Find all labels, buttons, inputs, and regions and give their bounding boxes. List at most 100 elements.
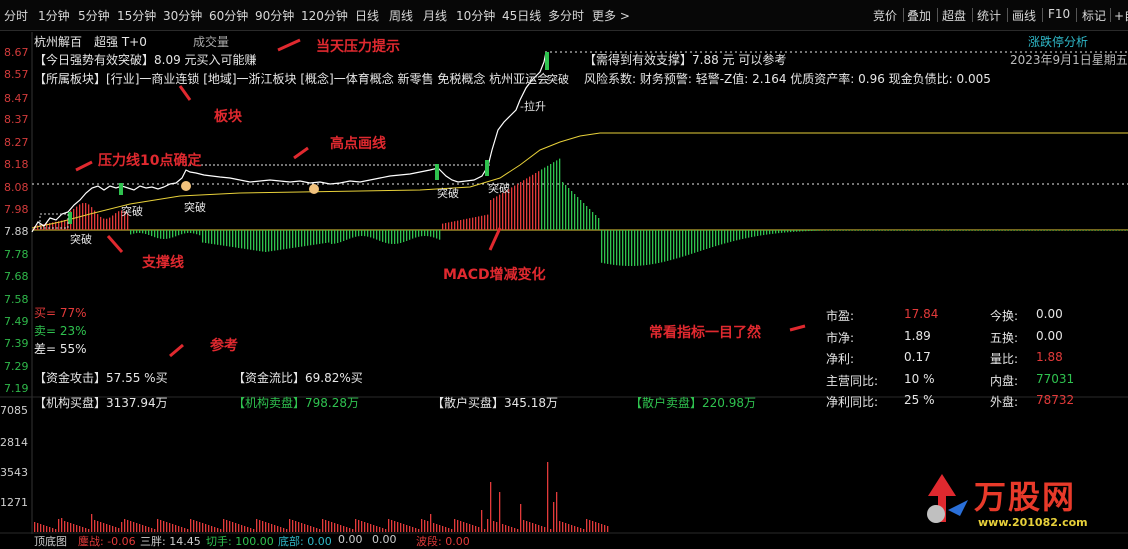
macd-bar bbox=[667, 230, 669, 261]
macd-bar bbox=[430, 230, 432, 237]
macd-bar bbox=[355, 230, 357, 237]
macd-bar bbox=[739, 230, 741, 240]
macd-bar bbox=[565, 185, 567, 230]
macd-bar bbox=[574, 194, 576, 230]
volume-bar bbox=[55, 529, 57, 532]
macd-bar bbox=[376, 230, 378, 240]
macd-bar bbox=[583, 203, 585, 230]
macd-bar bbox=[721, 230, 723, 245]
macd-bar bbox=[715, 230, 717, 247]
macd-bar bbox=[709, 230, 711, 248]
macd-bar bbox=[328, 230, 330, 243]
pb-value: 1.89 bbox=[904, 329, 931, 343]
volume-bar bbox=[283, 528, 285, 532]
volume-bar bbox=[361, 521, 363, 532]
macd-bar bbox=[1036, 230, 1038, 231]
macd-bar bbox=[481, 215, 483, 230]
macd-bar bbox=[1027, 230, 1029, 231]
macd-bar bbox=[736, 230, 738, 241]
volume-bar bbox=[157, 519, 159, 532]
macd-bar bbox=[562, 182, 564, 230]
macd-bar bbox=[685, 230, 687, 256]
volume-bar bbox=[550, 529, 552, 532]
macd-bar bbox=[934, 230, 936, 231]
volume-y-label: 3543 bbox=[0, 466, 28, 479]
macd-bar bbox=[349, 230, 351, 239]
volume-bar bbox=[73, 524, 75, 532]
pb-label: 市净: bbox=[826, 331, 855, 345]
macd-bar bbox=[190, 230, 192, 234]
wave-value: 波段: 0.00 bbox=[416, 535, 470, 548]
macd-bar bbox=[493, 198, 495, 230]
sector-key: 【所属板块】 bbox=[34, 72, 107, 86]
macd-bar bbox=[418, 230, 420, 237]
cut-value: 切手: 100.00 bbox=[206, 535, 274, 548]
volume-bar bbox=[583, 529, 585, 532]
turnover-value: 0.00 bbox=[1036, 307, 1063, 321]
macd-bar bbox=[1069, 230, 1071, 231]
volume-bar bbox=[526, 521, 528, 532]
macd-bar bbox=[100, 216, 102, 230]
macd-bar bbox=[637, 230, 639, 266]
volume-bar bbox=[577, 527, 579, 532]
macd-bar bbox=[946, 230, 948, 231]
macd-bar bbox=[1045, 230, 1047, 231]
macd-bar bbox=[760, 230, 762, 236]
volume-bar bbox=[271, 524, 273, 532]
macd-bar bbox=[1087, 230, 1089, 231]
macd-bar bbox=[1039, 230, 1041, 231]
macd-bar bbox=[943, 230, 945, 231]
macd-bar bbox=[337, 230, 339, 244]
volume-bar bbox=[364, 522, 366, 532]
breakout-key: 【今日强势有效突破】 bbox=[34, 53, 155, 67]
arrow-icon bbox=[106, 235, 124, 253]
macd-bar bbox=[865, 230, 867, 231]
volume-bar bbox=[268, 523, 270, 532]
breakout-candle bbox=[119, 183, 123, 195]
macd-bar bbox=[976, 230, 978, 231]
volume-bar bbox=[247, 527, 249, 532]
macd-bar bbox=[358, 230, 360, 237]
macd-bar bbox=[646, 230, 648, 265]
macd-bar bbox=[163, 230, 165, 239]
macd-bar bbox=[826, 230, 828, 231]
macd-bar bbox=[403, 230, 405, 243]
macd-bar bbox=[745, 230, 747, 239]
macd-bar bbox=[787, 230, 789, 233]
macd-bar bbox=[235, 230, 237, 248]
volume-y-label: 1271 bbox=[0, 496, 28, 509]
macd-bar bbox=[331, 230, 333, 244]
volume-y-label: 7085 bbox=[0, 404, 28, 417]
volume-bar bbox=[76, 525, 78, 532]
volume-y-label: 2814 bbox=[0, 436, 28, 449]
macd-bar bbox=[487, 214, 489, 230]
macd-bar bbox=[415, 230, 417, 238]
macd-bar bbox=[832, 230, 834, 231]
volume-bar bbox=[166, 522, 168, 532]
macd-bar bbox=[1060, 230, 1062, 231]
macd-bar bbox=[1009, 230, 1011, 231]
breakout-label: 突破 bbox=[437, 187, 459, 200]
volume-bar bbox=[367, 523, 369, 532]
volume-bar bbox=[541, 526, 543, 532]
zero-value: 0.00 bbox=[338, 533, 363, 546]
macd-bar bbox=[466, 218, 468, 230]
volume-bar bbox=[439, 525, 441, 532]
limit-analysis-button[interactable]: 涨跌停分析 bbox=[1028, 33, 1088, 50]
volume-bar bbox=[451, 529, 453, 532]
macd-bar bbox=[445, 223, 447, 230]
inner-volume-value: 77031 bbox=[1036, 372, 1075, 386]
volume-bar bbox=[427, 521, 429, 532]
macd-bar bbox=[352, 230, 354, 238]
volume-bar bbox=[232, 522, 234, 532]
macd-bar bbox=[211, 230, 213, 244]
volume-bar bbox=[559, 521, 561, 532]
macd-bar bbox=[991, 230, 993, 231]
macd-bar bbox=[154, 230, 156, 238]
macd-bar bbox=[982, 230, 984, 231]
volume-bar bbox=[64, 521, 66, 532]
macd-bar bbox=[748, 230, 750, 238]
volume-bar bbox=[160, 520, 162, 532]
volume-bar bbox=[397, 522, 399, 532]
macd-bar bbox=[253, 230, 255, 251]
